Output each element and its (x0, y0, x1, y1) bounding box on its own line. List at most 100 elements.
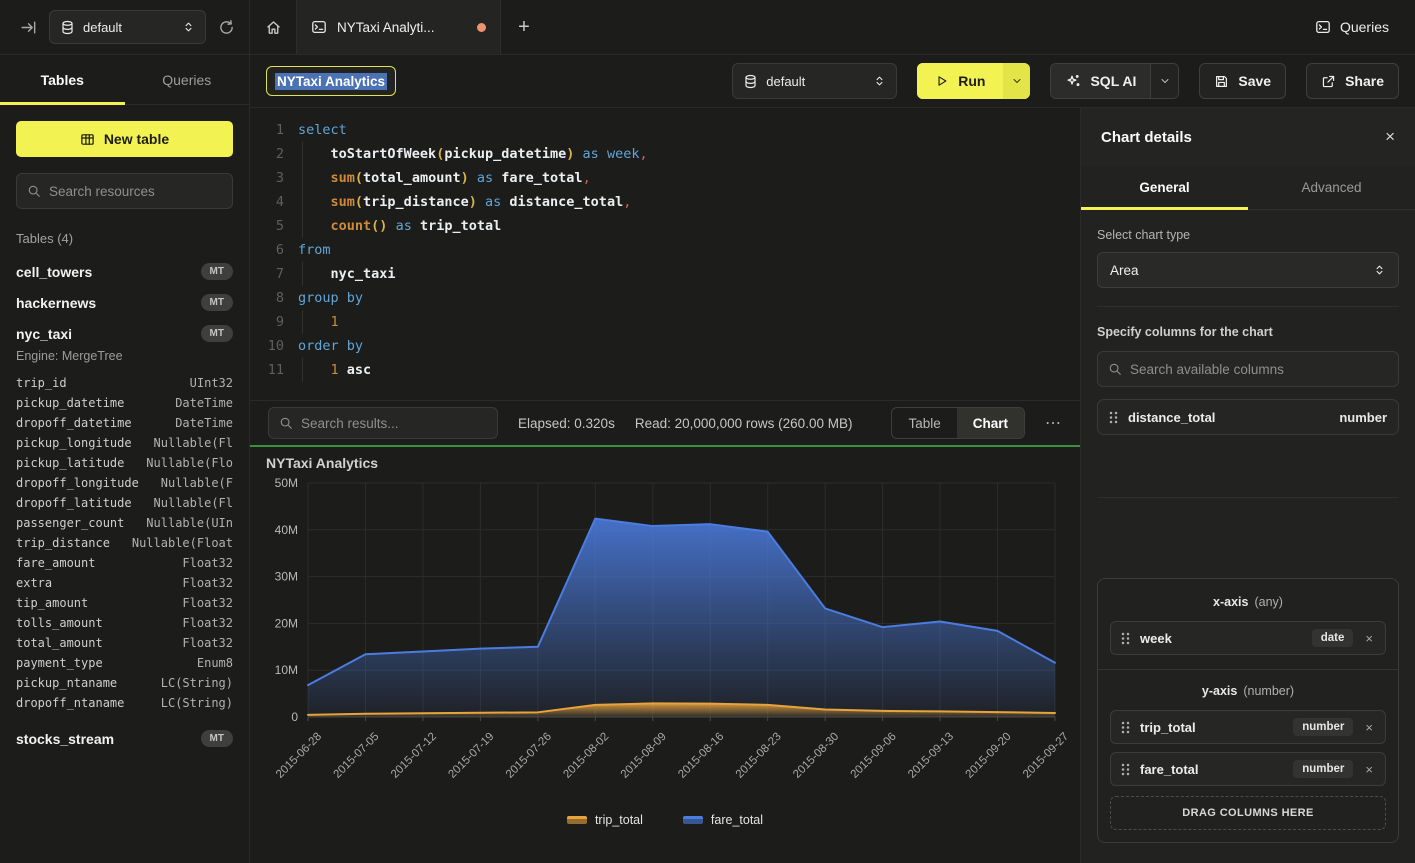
top-bar: default NYTaxi Analyti... + Queries (0, 0, 1415, 55)
column-row: extraFloat32 (0, 573, 249, 593)
column-type: Float32 (182, 613, 233, 633)
more-options-button[interactable]: ⋯ (1045, 413, 1062, 433)
home-button[interactable] (250, 0, 296, 54)
column-name: trip_distance (16, 533, 110, 553)
remove-column-icon[interactable]: × (1363, 631, 1375, 646)
code-line: 10order by (250, 334, 1080, 358)
column-name: trip_id (16, 373, 67, 393)
table-row-nyc_taxi[interactable]: nyc_taxiMT (0, 318, 249, 349)
drag-handle[interactable] (1121, 763, 1130, 776)
column-name: dropoff_latitude (16, 493, 132, 513)
save-button[interactable]: Save (1199, 63, 1286, 99)
available-columns-list: distance_totalnumber (1097, 399, 1399, 435)
query-database-value: default (766, 74, 865, 89)
remove-column-icon[interactable]: × (1363, 762, 1375, 777)
table-row-cell_towers[interactable]: cell_towersMT (0, 256, 249, 287)
chart-details-panel: Chart details × General Advanced Select … (1080, 108, 1415, 863)
column-type: Nullable(F (161, 473, 233, 493)
database-selector[interactable]: default (49, 10, 206, 44)
column-name: total_amount (16, 633, 103, 653)
code-line: 11 1 asc (250, 358, 1080, 382)
column-name: dropoff_longitude (16, 473, 139, 493)
x-axis-tick-label: 2015-07-19 (446, 731, 496, 781)
code-content: toStartOfWeek(pickup_datetime) as week, (298, 142, 1080, 166)
drag-handle-icon (1121, 721, 1130, 734)
tab-general[interactable]: General (1081, 166, 1248, 209)
results-toolbar: Elapsed: 0.320s Read: 20,000,000 rows (2… (250, 400, 1080, 447)
column-chip-name: distance_total (1128, 410, 1215, 425)
column-type: Nullable(Float (132, 533, 233, 553)
close-icon[interactable]: × (1385, 127, 1395, 147)
terminal-icon (311, 19, 327, 35)
new-tab-button[interactable]: + (501, 0, 547, 54)
column-type: Nullable(UIn (146, 513, 233, 533)
view-toggle-table[interactable]: Table (892, 408, 956, 438)
drag-handle[interactable] (1121, 632, 1130, 645)
sidebar-tab-queries[interactable]: Queries (125, 55, 250, 104)
database-icon (743, 74, 758, 89)
sql-editor[interactable]: 1select2 toStartOfWeek(pickup_datetime) … (250, 108, 1080, 400)
code-content: sum(trip_distance) as distance_total, (298, 190, 1080, 214)
code-content: order by (298, 334, 1080, 358)
code-line: 3 sum(total_amount) as fare_total, (250, 166, 1080, 190)
column-row: pickup_ntanameLC(String) (0, 673, 249, 693)
editor-column: 1select2 toStartOfWeek(pickup_datetime) … (250, 108, 1080, 863)
drag-handle[interactable] (1109, 411, 1118, 424)
unsaved-changes-dot (477, 23, 486, 32)
legend-item-trip_total[interactable]: trip_total (567, 813, 643, 827)
queries-button[interactable]: Queries (1315, 19, 1389, 35)
line-number: 11 (250, 358, 284, 382)
top-bar-left: default (0, 0, 250, 54)
search-icon (1108, 362, 1122, 376)
legend-item-fare_total[interactable]: fare_total (683, 813, 763, 827)
results-search-input[interactable] (301, 416, 487, 431)
chart-type-value: Area (1110, 263, 1373, 278)
sidebar-collapse-button[interactable] (20, 19, 37, 36)
x-axis-chip-week[interactable]: weekdate× (1110, 621, 1386, 655)
sql-ai-dropdown[interactable] (1150, 64, 1178, 98)
run-button-main[interactable]: Run (917, 63, 1003, 99)
column-type: Enum8 (197, 653, 233, 673)
chevron-updown-icon (182, 20, 195, 34)
column-row: pickup_longitudeNullable(Fl (0, 433, 249, 453)
query-title-input[interactable]: NYTaxi Analytics (266, 66, 396, 96)
run-button[interactable]: Run (917, 63, 1030, 99)
column-row: pickup_latitudeNullable(Flo (0, 453, 249, 473)
query-database-selector[interactable]: default (732, 63, 897, 99)
column-search-input[interactable] (1130, 362, 1388, 377)
remove-column-icon[interactable]: × (1363, 720, 1375, 735)
code-content: select (298, 118, 1080, 142)
refresh-button[interactable] (218, 19, 235, 36)
resource-search-input[interactable] (49, 184, 222, 199)
new-table-label: New table (104, 131, 169, 147)
chart-legend: trip_total fare_total (250, 807, 1080, 833)
drag-handle-icon (1121, 632, 1130, 645)
run-options-dropdown[interactable] (1003, 63, 1030, 99)
drag-columns-dropzone[interactable]: DRAG COLUMNS HERE (1110, 796, 1386, 830)
tab-advanced[interactable]: Advanced (1248, 166, 1415, 209)
table-row-stocks_stream[interactable]: stocks_streamMT (0, 723, 249, 754)
tab-nytaxi-analytics[interactable]: NYTaxi Analyti... (296, 0, 501, 54)
column-row: trip_distance Nullable(Float (0, 533, 249, 553)
sql-ai-button[interactable]: SQL AI (1050, 63, 1179, 99)
chart-type-select[interactable]: Area (1097, 252, 1399, 288)
column-name: dropoff_datetime (16, 413, 132, 433)
column-type: Float32 (182, 553, 233, 573)
available-column-distance_total[interactable]: distance_totalnumber (1097, 399, 1399, 435)
sql-ai-main[interactable]: SQL AI (1051, 64, 1150, 98)
drag-handle[interactable] (1121, 721, 1130, 734)
table-row-hackernews[interactable]: hackernewsMT (0, 287, 249, 318)
results-search (268, 407, 498, 439)
axis-chip-name: trip_total (1140, 720, 1196, 735)
table-icon (80, 132, 95, 147)
y-axis-chip-trip_total[interactable]: trip_totalnumber× (1110, 710, 1386, 744)
view-toggle-chart[interactable]: Chart (957, 408, 1024, 438)
share-button[interactable]: Share (1306, 63, 1399, 99)
sidebar-tab-tables[interactable]: Tables (0, 55, 125, 104)
y-axis-chip-fare_total[interactable]: fare_totalnumber× (1110, 752, 1386, 786)
details-tabs: General Advanced (1081, 166, 1415, 210)
new-table-button[interactable]: New table (16, 121, 233, 157)
x-axis-header: x-axis(any) (1110, 595, 1386, 609)
y-axis-tick-label: 30M (275, 570, 298, 584)
chevron-updown-icon (1373, 263, 1386, 277)
